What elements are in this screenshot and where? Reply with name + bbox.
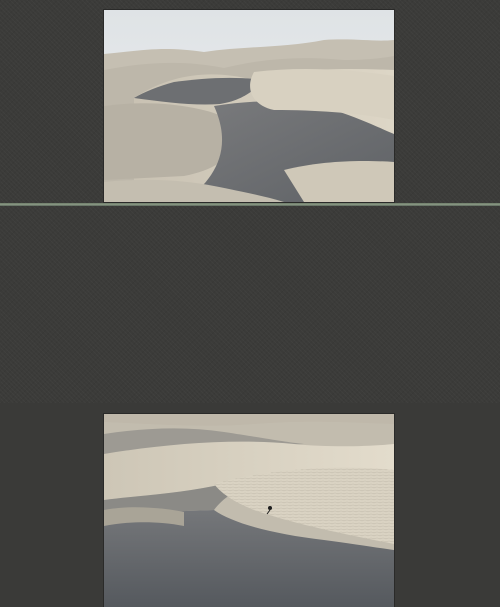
dunes-image-wide	[104, 10, 394, 202]
dune-photo-bottom	[104, 414, 394, 607]
top-pane[interactable]	[0, 0, 500, 203]
bottom-pane[interactable]	[0, 206, 500, 607]
dune-photo-top	[104, 10, 394, 202]
dunes-image-closeup	[104, 414, 394, 607]
